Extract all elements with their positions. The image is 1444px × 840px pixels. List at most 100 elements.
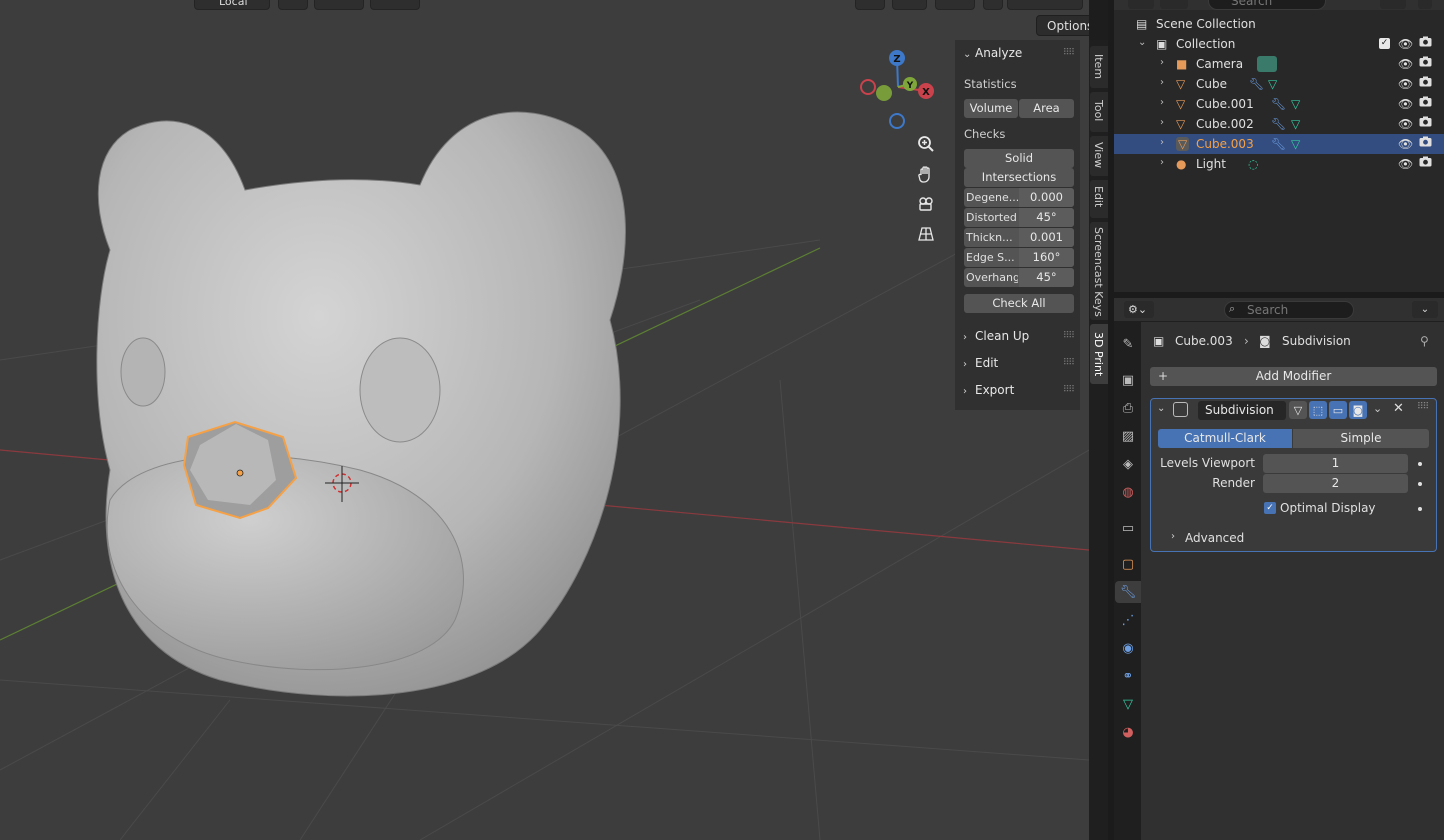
eye-icon[interactable]: 👁 [1398, 77, 1413, 91]
eye-icon[interactable]: 👁 [1398, 137, 1413, 151]
outliner-item-cube-001[interactable]: › ▽ Cube.001 🔧︎ ▽ 👁 [1114, 94, 1444, 114]
material-tab-icon[interactable]: ◕ [1117, 721, 1139, 743]
drag-handle-icon[interactable]: ⠿⠿ [1063, 48, 1075, 58]
chevron-right-icon[interactable]: › [1160, 157, 1164, 168]
zoom-icon[interactable] [912, 130, 939, 157]
solid-button[interactable]: Solid [964, 149, 1074, 168]
chevron-down-icon[interactable]: ⌄ [1157, 403, 1165, 414]
pan-hand-icon[interactable] [912, 160, 939, 187]
outliner-item-cube-002[interactable]: › ▽ Cube.002 🔧︎ ▽ 👁 [1114, 114, 1444, 134]
select-tool-dropdown[interactable] [855, 0, 885, 10]
world-tab-icon[interactable]: ◍ [1117, 481, 1139, 503]
check-value[interactable]: 45° [1019, 208, 1074, 227]
check-value[interactable]: 160° [1019, 248, 1074, 267]
camera-data-icon[interactable] [1257, 56, 1277, 72]
outliner-search-input[interactable]: Search [1208, 0, 1326, 10]
chevron-right-icon[interactable]: › [1160, 97, 1164, 108]
modifier-menu-chevron-icon[interactable]: ⌄ [1373, 402, 1382, 415]
view-layer-tab-icon[interactable]: ▨ [1117, 425, 1139, 447]
keyframe-dot-icon[interactable] [1418, 482, 1422, 486]
navigation-gizmo[interactable]: Z Y X [860, 50, 934, 129]
check-degenerate-row[interactable]: Degene... 0.000 [964, 188, 1074, 207]
render-tab-icon[interactable]: ▣ [1117, 369, 1139, 391]
levels-viewport-field[interactable]: 1 [1263, 454, 1408, 473]
display-mode-dropdown[interactable] [1128, 0, 1154, 9]
simple-button[interactable]: Simple [1293, 429, 1429, 448]
exclude-checkbox[interactable]: ✓ [1379, 38, 1390, 49]
chevron-right-icon[interactable]: › [1160, 77, 1164, 88]
outliner-item-cube-003[interactable]: › ▽ Cube.003 🔧︎ ▽ 👁 [1114, 134, 1444, 154]
data-tab-icon[interactable]: ▽ [1117, 693, 1139, 715]
perspective-grid-icon[interactable] [912, 220, 939, 247]
options-chevron-icon[interactable]: ⌄ [1412, 301, 1438, 318]
scene-collection-row[interactable]: ▤ Scene Collection [1114, 14, 1444, 34]
new-collection-icon[interactable] [1418, 0, 1432, 9]
wrench-icon[interactable]: 🔧︎ [1271, 137, 1286, 151]
render-camera-icon[interactable] [1419, 36, 1432, 47]
catmull-clark-button[interactable]: Catmull-Clark [1158, 429, 1292, 448]
mesh-data-icon[interactable]: ▽ [1268, 77, 1277, 91]
render-camera-icon[interactable] [1419, 96, 1432, 107]
orientation-dropdown[interactable]: Local [194, 0, 270, 10]
add-modifier-button[interactable]: + Add Modifier [1150, 367, 1437, 386]
keyframe-dot-icon[interactable] [1418, 507, 1422, 511]
export-header[interactable]: › Export [963, 383, 1014, 397]
object-tab-icon[interactable]: ▢ [1117, 553, 1139, 575]
check-all-button[interactable]: Check All [964, 294, 1074, 313]
eye-icon[interactable]: 👁 [1398, 37, 1413, 51]
analyze-header[interactable]: ⌄ Analyze [963, 46, 1022, 60]
output-tab-icon[interactable]: ⎙ [1117, 397, 1139, 419]
outliner-item-cube[interactable]: › ▽ Cube 🔧︎ ▽ 👁 [1114, 74, 1444, 94]
modifier-tab-icon[interactable]: 🔧︎ [1115, 581, 1141, 603]
options-dropdown[interactable]: Options ⌄ [1036, 15, 1089, 36]
gizmo-toggle[interactable] [892, 0, 927, 10]
advanced-subpanel-header[interactable]: Advanced [1185, 531, 1244, 545]
clean-up-header[interactable]: › Clean Up [963, 329, 1029, 343]
optimal-display-checkbox[interactable]: ✓ [1264, 502, 1276, 514]
scene-tab-icon[interactable]: ◈ [1117, 453, 1139, 475]
drag-handle-icon[interactable]: ⠿⠿ [1417, 402, 1429, 412]
shading-mode-buttons[interactable] [1007, 0, 1083, 10]
render-camera-icon[interactable] [1419, 116, 1432, 127]
tab-tool[interactable]: Tool [1090, 92, 1108, 132]
chevron-right-icon[interactable]: › [1171, 531, 1175, 542]
realtime-display-icon[interactable]: ▭ [1329, 401, 1347, 419]
mesh-data-icon[interactable]: ▽ [1291, 97, 1300, 111]
collection-tab-icon[interactable]: ▭ [1117, 517, 1139, 539]
eye-icon[interactable]: 👁 [1398, 157, 1413, 171]
filter-funnel-icon[interactable] [1380, 0, 1406, 9]
check-value[interactable]: 0.001 [1019, 228, 1074, 247]
tab-edit[interactable]: Edit [1090, 180, 1108, 218]
tab-screencast-keys[interactable]: Screencast Keys [1090, 222, 1108, 320]
editor-type-dropdown[interactable]: ⚙⌄ [1124, 301, 1154, 318]
render-toggle-icon[interactable]: ◙ [1349, 401, 1367, 419]
pivot-dropdown[interactable] [278, 0, 308, 10]
filter-dropdown[interactable] [1160, 0, 1188, 9]
chevron-right-icon[interactable]: › [1160, 117, 1164, 128]
intersections-button[interactable]: Intersections [964, 168, 1074, 187]
check-overhang-row[interactable]: Overhang 45° [964, 268, 1074, 287]
check-thickness-row[interactable]: Thickn... 0.001 [964, 228, 1074, 247]
eye-icon[interactable]: 👁 [1398, 117, 1413, 131]
snap-toggle[interactable] [314, 0, 364, 10]
check-distorted-row[interactable]: Distorted 45° [964, 208, 1074, 227]
check-value[interactable]: 0.000 [1019, 188, 1074, 207]
properties-search-input[interactable]: Search [1224, 301, 1354, 319]
overlay-toggle[interactable] [935, 0, 975, 10]
drag-handle-icon[interactable]: ⠿⠿ [1063, 385, 1075, 395]
chevron-down-icon[interactable]: ⌄ [1138, 37, 1146, 48]
camera-view-icon[interactable] [912, 190, 939, 217]
edit-header[interactable]: › Edit [963, 356, 998, 370]
volume-button[interactable]: Volume [964, 99, 1018, 118]
proportional-edit-toggle[interactable] [370, 0, 420, 10]
3d-viewport[interactable]: Z Y X Local Options ⌄ ⌄Analyze ⠿⠿ Statis… [0, 0, 1089, 840]
render-camera-icon[interactable] [1419, 76, 1432, 87]
eye-icon[interactable]: 👁 [1398, 57, 1413, 71]
check-value[interactable]: 45° [1019, 268, 1074, 287]
light-data-icon[interactable]: ◌ [1248, 157, 1258, 171]
check-edge-sharp-row[interactable]: Edge S... 160° [964, 248, 1074, 267]
wrench-icon[interactable]: 🔧︎ [1271, 97, 1286, 111]
wrench-icon[interactable]: 🔧︎ [1249, 77, 1264, 91]
tab-3d-print[interactable]: 3D Print [1090, 324, 1108, 384]
edit-mode-cage-icon[interactable]: ▽ [1289, 401, 1307, 419]
